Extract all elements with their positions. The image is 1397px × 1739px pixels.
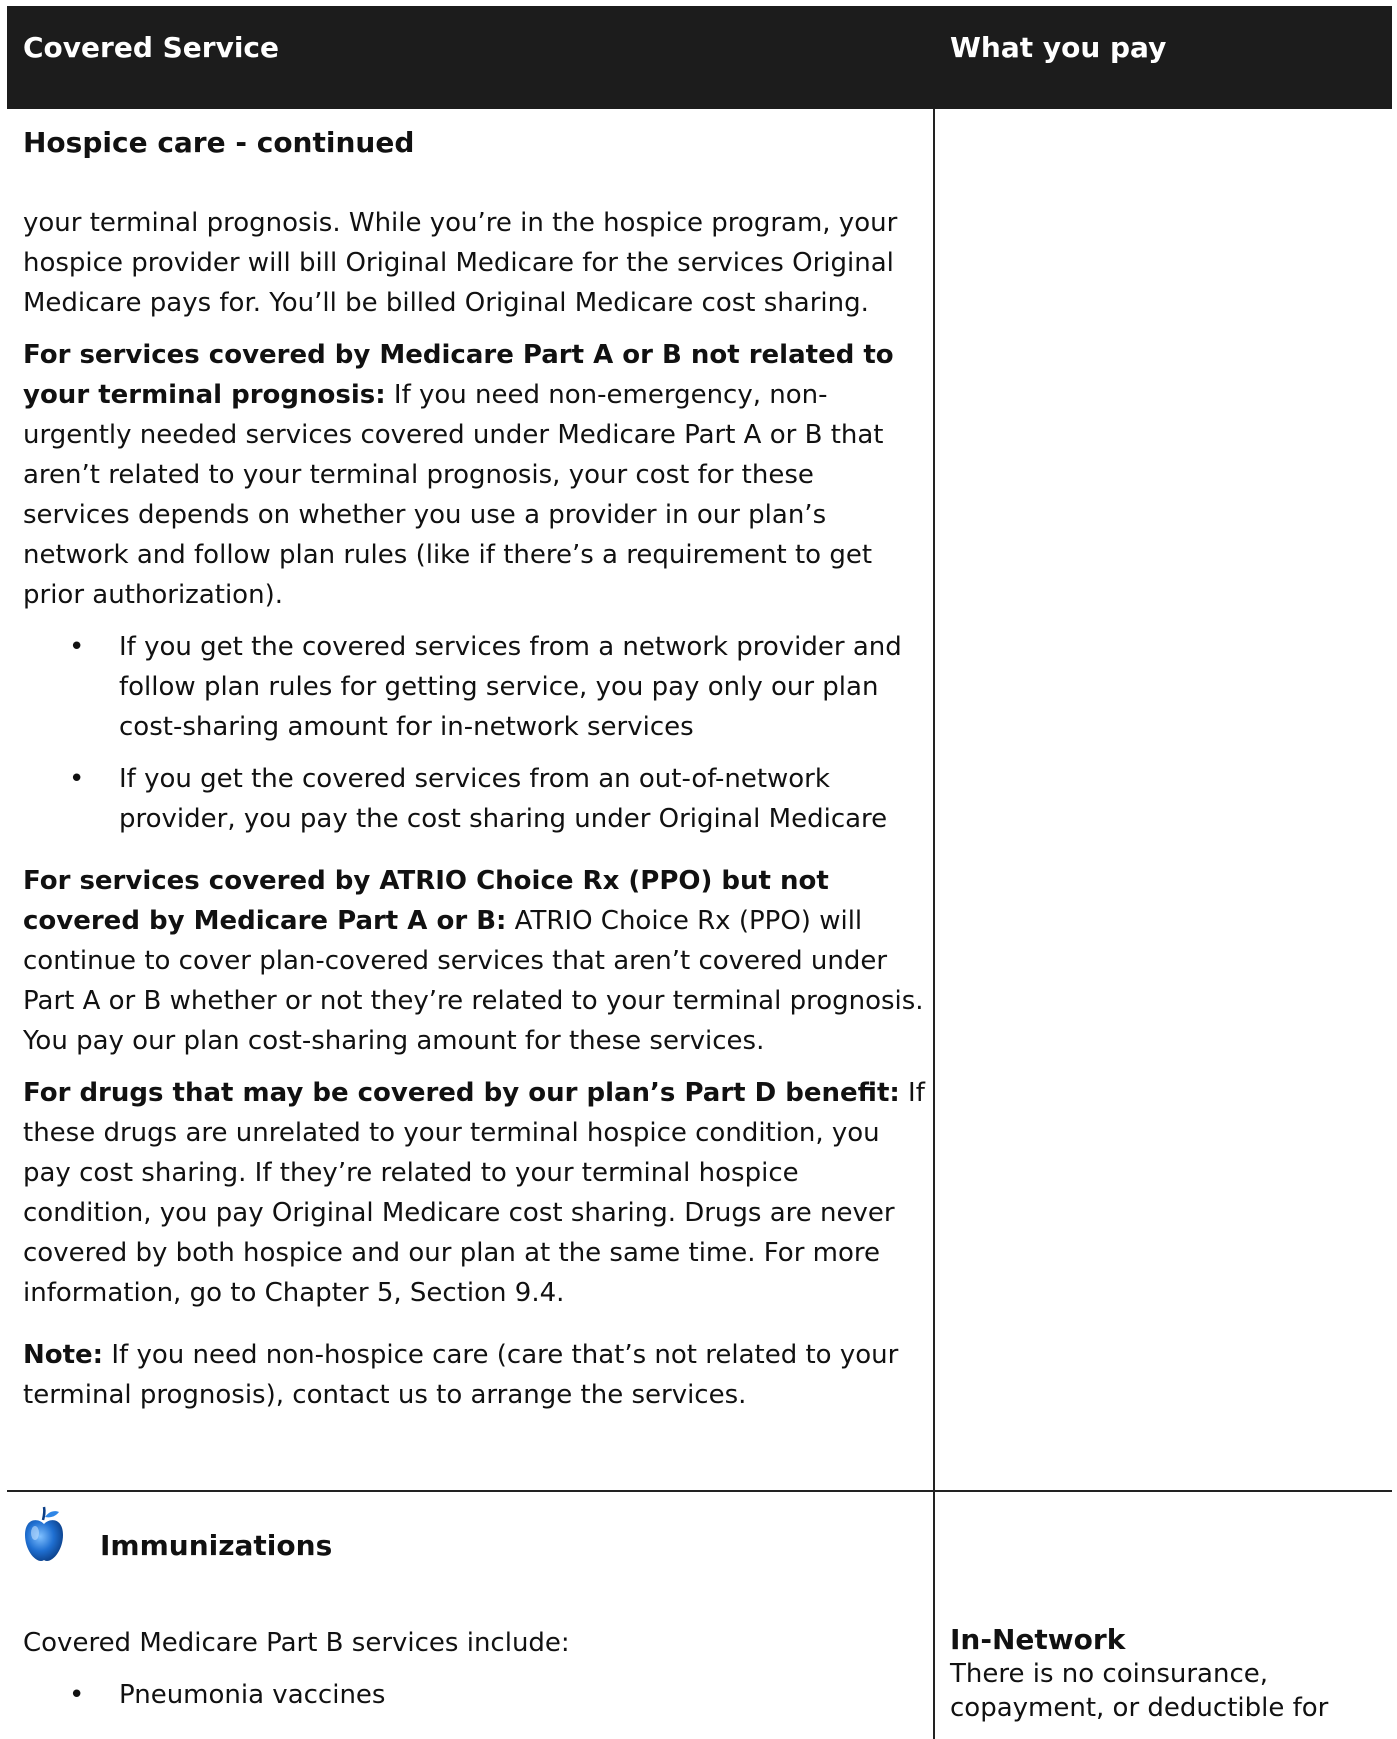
hospice-note-lead: Note:: [23, 1340, 104, 1370]
hospice-section-title: Hospice care - continued: [23, 126, 415, 159]
hospice-note-text: If you need non-hospice care (care that’…: [23, 1340, 899, 1410]
header-what-you-pay: What you pay: [950, 31, 1167, 64]
list-item: • If you get the covered services from a…: [23, 627, 928, 747]
bullet-glyph: •: [69, 1680, 85, 1710]
hospice-drugs-lead: For drugs that may be covered by our pla…: [23, 1078, 900, 1108]
list-item: • Pneumonia vaccines: [23, 1675, 928, 1715]
hospice-note-paragraph: Note: If you need non-hospice care (care…: [23, 1335, 928, 1415]
bullet-text: If you get the covered services from an …: [119, 764, 888, 834]
bullet-text: If you get the covered services from a n…: [119, 632, 902, 742]
bullet-glyph: •: [69, 764, 85, 794]
immunizations-title: Immunizations: [100, 1529, 333, 1562]
in-network-text: There is no coinsurance, copayment, or d…: [950, 1659, 1329, 1723]
bullet-glyph: •: [69, 632, 85, 662]
table-header: Covered Service What you pay: [7, 6, 1392, 109]
immunizations-bullet-list: • Pneumonia vaccines: [23, 1675, 928, 1715]
in-network-heading: In-Network: [950, 1623, 1126, 1656]
list-item: • If you get the covered services from a…: [23, 759, 928, 839]
hospice-bullet-list: • If you get the covered services from a…: [23, 627, 928, 839]
immunizations-body: Covered Medicare Part B services include…: [23, 1623, 928, 1715]
hospice-intro-paragraph: your terminal prognosis. While you’re in…: [23, 208, 898, 318]
hospice-part-ab-paragraph: For services covered by Medicare Part A …: [23, 335, 928, 615]
immunizations-intro: Covered Medicare Part B services include…: [23, 1628, 570, 1658]
hospice-drugs-paragraph: For drugs that may be covered by our pla…: [23, 1073, 928, 1313]
row-divider: [7, 1490, 1392, 1492]
hospice-drugs-text: If these drugs are unrelated to your ter…: [23, 1078, 925, 1308]
immunizations-pay-cell: In-Network There is no coinsurance, copa…: [950, 1623, 1385, 1725]
header-covered-service: Covered Service: [23, 31, 280, 64]
hospice-section-body: your terminal prognosis. While you’re in…: [23, 203, 928, 1415]
hospice-section-title-wrap: Hospice care - continued: [23, 123, 928, 163]
hospice-part-ab-text: If you need non-emergency, non-urgently …: [23, 380, 884, 610]
hospice-atrio-paragraph: For services covered by ATRIO Choice Rx …: [23, 861, 928, 1061]
apple-icon: [25, 1506, 63, 1561]
bullet-text: Pneumonia vaccines: [119, 1680, 386, 1710]
benefits-table: Covered Service What you pay Hospice car…: [7, 6, 1392, 1739]
column-divider: [933, 109, 935, 1739]
